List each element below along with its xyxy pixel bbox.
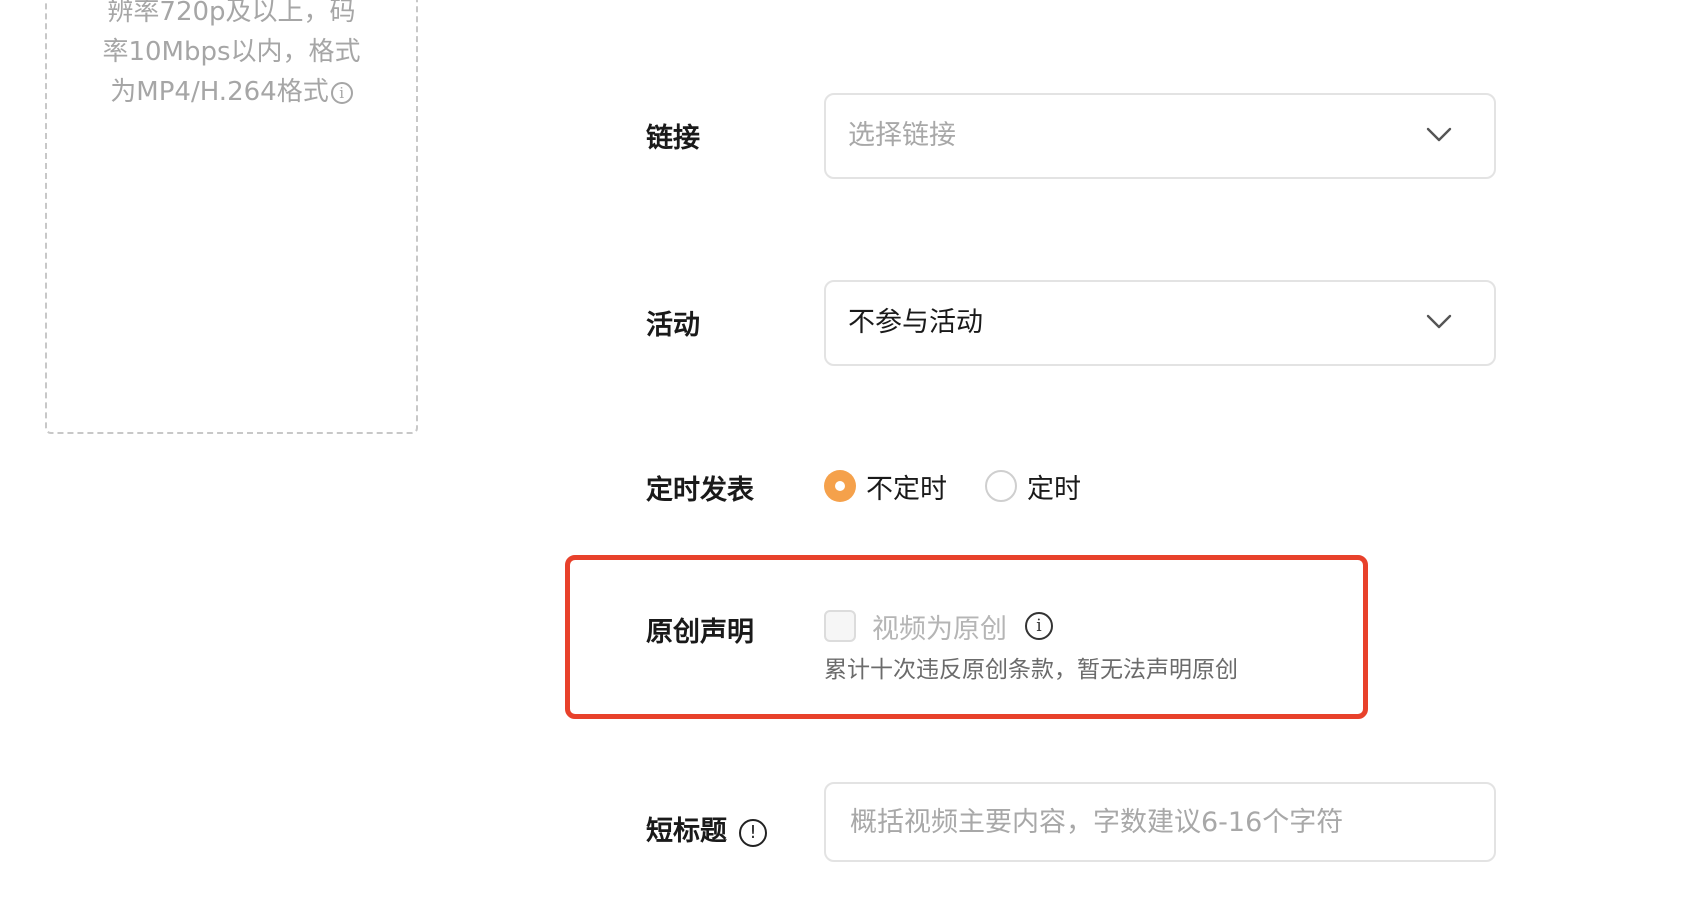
original-checkbox[interactable] [824, 610, 856, 642]
radio-not-scheduled-label: 不定时 [866, 473, 947, 505]
video-publish-form-page: 辨率720p及以上，码 率10Mbps以内，格式 为MP4/H.264格式 i 链… [0, 0, 1692, 898]
radio-checked-icon [824, 470, 856, 502]
radio-scheduled-label: 定时 [1027, 473, 1081, 505]
upload-hint-line: 为MP4/H.264格式 i [47, 72, 416, 112]
upload-hint: 辨率720p及以上，码 率10Mbps以内，格式 为MP4/H.264格式 i [47, 0, 416, 112]
exclamation-circle-icon[interactable]: ! [739, 819, 767, 847]
link-label: 链接 [646, 123, 700, 154]
upload-hint-line-text: 为MP4/H.264格式 [110, 77, 329, 107]
original-checkbox-label: 视频为原创 [872, 613, 1007, 645]
original-warning-text: 累计十次违反原创条款，暂无法声明原创 [824, 657, 1238, 683]
link-select[interactable]: 选择链接 [824, 93, 1496, 179]
short-title-input[interactable] [824, 782, 1496, 862]
short-title-label-wrap: 短标题! [646, 809, 767, 848]
activity-label: 活动 [646, 310, 700, 341]
info-circle-icon[interactable]: i [1025, 612, 1053, 640]
radio-not-scheduled[interactable]: 不定时 [824, 466, 947, 506]
link-select-placeholder: 选择链接 [848, 120, 956, 151]
info-circle-icon[interactable]: i [330, 82, 353, 104]
upload-hint-line: 率10Mbps以内，格式 [102, 37, 361, 67]
short-title-label: 短标题 [646, 816, 727, 847]
video-upload-area[interactable]: 辨率720p及以上，码 率10Mbps以内，格式 为MP4/H.264格式 i [45, 0, 418, 434]
original-declaration-label: 原创声明 [646, 617, 754, 648]
schedule-label: 定时发表 [646, 475, 754, 506]
radio-scheduled[interactable]: 定时 [985, 466, 1081, 506]
radio-unchecked-icon [985, 470, 1017, 502]
chevron-down-icon [1426, 127, 1452, 142]
chevron-down-icon [1426, 314, 1452, 329]
activity-select-value: 不参与活动 [848, 307, 983, 338]
activity-select[interactable]: 不参与活动 [824, 280, 1496, 366]
upload-hint-line: 辨率720p及以上，码 [107, 0, 356, 27]
original-checkbox-row: 视频为原创 i [824, 606, 1053, 646]
